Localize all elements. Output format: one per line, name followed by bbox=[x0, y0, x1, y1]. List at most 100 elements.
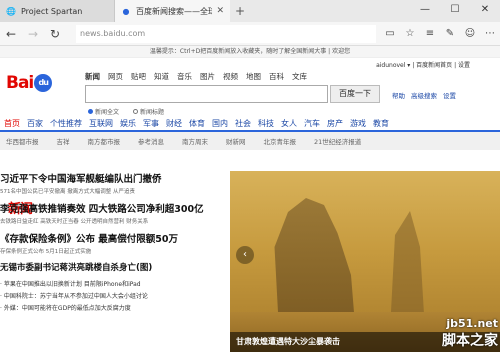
header: Bai du 新闻 新闻 网页 贴吧 知道 音乐 图片 视频 地图 百科 文库 百度… bbox=[0, 58, 500, 217]
baidu-news-logo[interactable]: Bai du 新闻 bbox=[6, 73, 53, 217]
search-input[interactable] bbox=[85, 85, 328, 103]
news-item: 《存款保险条例》公布 最高偿付限额50万 存保条例正式公布 5月1日起正式实施 bbox=[0, 231, 225, 255]
logo-bai: Bai bbox=[6, 73, 34, 93]
search-tab-news[interactable]: 新闻 bbox=[85, 71, 100, 82]
sub-channel-nav: 华西都市报 吉祥 南方都市报 参考消息 南方周末 财新网 北京青年报 21世纪经… bbox=[0, 132, 500, 150]
channel-item[interactable]: 社会 bbox=[235, 118, 251, 130]
favorite-star-icon[interactable]: ☆ bbox=[400, 28, 420, 39]
bullet-list: 苹果在中国推出以旧换新计划 目前限iPhone和iPad 中国科院士：苏宁当年从… bbox=[0, 279, 225, 312]
refresh-button[interactable]: ↻ bbox=[44, 23, 66, 45]
help-link[interactable]: 帮助 bbox=[392, 90, 405, 100]
share-icon[interactable]: ☺ bbox=[460, 28, 480, 39]
more-icon[interactable]: ⋯ bbox=[480, 28, 500, 39]
option-fulltext[interactable]: 新闻全文 bbox=[88, 107, 119, 116]
hub-icon[interactable]: ≡ bbox=[420, 28, 440, 39]
reading-view-icon[interactable]: ▭ bbox=[380, 28, 400, 39]
channel-item[interactable]: 财经 bbox=[166, 118, 182, 130]
channel-item[interactable]: 教育 bbox=[373, 118, 389, 130]
sub-channel-item[interactable]: 华西都市报 bbox=[6, 136, 39, 146]
minimize-button[interactable]: — bbox=[410, 0, 440, 18]
headline-link[interactable]: 无锡市委副书记蒋洪亮跳楼自杀身亡(图) bbox=[0, 261, 225, 273]
page-content: 温馨提示：Ctrl+D把百度新闻放入收藏夹，随时了解全国新闻大事 | 欢迎您 a… bbox=[0, 46, 500, 352]
channel-item[interactable]: 科技 bbox=[258, 118, 274, 130]
option-title[interactable]: 新闻标题 bbox=[133, 107, 164, 116]
news-subline[interactable]: 571名中国公民已平安撤离 撤离方式大幅调整 从严追责 bbox=[0, 187, 225, 195]
news-item: 习近平下令中国海军舰艇编队出门撤侨 571名中国公民已平安撤离 撤离方式大幅调整… bbox=[0, 171, 225, 195]
channel-item[interactable]: 房产 bbox=[327, 118, 343, 130]
note-icon[interactable]: ✎ bbox=[440, 28, 460, 39]
search-tab-images[interactable]: 图片 bbox=[200, 71, 215, 82]
tab-bar: 🌐 Project Spartan ● 百度新闻搜索——全球... ✕ + — … bbox=[0, 0, 500, 22]
watermark-line1: jb51.net bbox=[446, 317, 498, 330]
paw-icon: du bbox=[34, 74, 53, 92]
channel-item[interactable]: 百家 bbox=[27, 118, 43, 130]
watermark: jb51.net 脚本之家 bbox=[442, 317, 498, 350]
close-tab-icon[interactable]: ✕ bbox=[216, 6, 224, 16]
sub-channel-item[interactable]: 财新网 bbox=[226, 136, 246, 146]
headline-link[interactable]: 李克强高铁推销奏效 四大铁路公司净利超300亿 bbox=[0, 201, 225, 215]
watermark-line2: 脚本之家 bbox=[442, 333, 498, 349]
maximize-button[interactable]: ☐ bbox=[440, 0, 470, 18]
url-field[interactable]: news.baidu.com bbox=[76, 24, 376, 43]
search-tabs: 新闻 网页 贴吧 知道 音乐 图片 视频 地图 百科 文库 bbox=[85, 71, 307, 82]
new-tab-button[interactable]: + bbox=[230, 0, 250, 22]
search-tab-video[interactable]: 视频 bbox=[223, 71, 238, 82]
tab-title: 百度新闻搜索——全球... bbox=[136, 6, 213, 16]
settings-link[interactable]: 设置 bbox=[443, 90, 456, 100]
sub-channel-item[interactable]: 21世纪经济报道 bbox=[314, 136, 361, 146]
radio-selected-icon bbox=[88, 109, 93, 114]
sub-channel-item[interactable]: 参考消息 bbox=[138, 136, 164, 146]
hero-image-carousel[interactable]: ‹ 甘肃敦煌遭遇特大沙尘暴袭击 jb51.net 脚本之家 bbox=[230, 171, 500, 352]
search-tab-zhidao[interactable]: 知道 bbox=[154, 71, 169, 82]
channel-home[interactable]: 首页 bbox=[4, 118, 20, 130]
option-label: 新闻标题 bbox=[140, 109, 165, 116]
channel-item[interactable]: 个性推荐 bbox=[50, 118, 82, 130]
top-notice: 温馨提示：Ctrl+D把百度新闻放入收藏夹，随时了解全国新闻大事 | 欢迎您 bbox=[0, 46, 500, 58]
search-tab-map[interactable]: 地图 bbox=[246, 71, 261, 82]
search-tab-wenku[interactable]: 文库 bbox=[292, 71, 307, 82]
tab-baidu-news[interactable]: ● 百度新闻搜索——全球... ✕ bbox=[115, 0, 230, 22]
news-subline[interactable]: 存保条例正式公布 5月1日起正式实施 bbox=[0, 247, 225, 255]
news-subline[interactable]: 去铁路日益走红 高铁天时正当春 公开透明自然营利 财务关系 bbox=[0, 217, 225, 225]
channel-item[interactable]: 国内 bbox=[212, 118, 228, 130]
channel-item[interactable]: 军事 bbox=[143, 118, 159, 130]
channel-item[interactable]: 女人 bbox=[281, 118, 297, 130]
hero-image bbox=[274, 198, 356, 331]
search-tab-baike[interactable]: 百科 bbox=[269, 71, 284, 82]
channel-item[interactable]: 体育 bbox=[189, 118, 205, 130]
bullet-item[interactable]: 外媒：中国可能将在GDP的最低点加大反腐力度 bbox=[0, 303, 225, 312]
tab-title: Project Spartan bbox=[21, 6, 83, 16]
tab-project-spartan[interactable]: 🌐 Project Spartan bbox=[0, 0, 115, 22]
channel-item[interactable]: 互联网 bbox=[89, 118, 113, 130]
address-bar: ← → ↻ news.baidu.com ▭ ☆ ≡ ✎ ☺ ⋯ bbox=[0, 22, 500, 46]
headline-link[interactable]: 《存款保险条例》公布 最高偿付限额50万 bbox=[0, 231, 225, 245]
sub-channel-item[interactable]: 南方都市报 bbox=[88, 136, 121, 146]
close-window-button[interactable]: ✕ bbox=[470, 0, 500, 18]
search-options: 新闻全文 新闻标题 bbox=[88, 107, 164, 116]
search-tab-web[interactable]: 网页 bbox=[108, 71, 123, 82]
channel-item[interactable]: 汽车 bbox=[304, 118, 320, 130]
search-button[interactable]: 百度一下 bbox=[330, 85, 380, 103]
news-item: 李克强高铁推销奏效 四大铁路公司净利超300亿 去铁路日益走红 高铁天时正当春 … bbox=[0, 201, 225, 225]
window-controls: — ☐ ✕ bbox=[410, 0, 500, 18]
channel-nav: 首页 百家 个性推荐 互联网 娱乐 军事 财经 体育 国内 社会 科技 女人 汽… bbox=[0, 118, 500, 132]
search-tab-tieba[interactable]: 贴吧 bbox=[131, 71, 146, 82]
sub-channel-item[interactable]: 北京青年报 bbox=[264, 136, 297, 146]
search-tab-music[interactable]: 音乐 bbox=[177, 71, 192, 82]
bullet-item[interactable]: 苹果在中国推出以旧换新计划 目前限iPhone和iPad bbox=[0, 279, 225, 288]
channel-item[interactable]: 娱乐 bbox=[120, 118, 136, 130]
advanced-search-link[interactable]: 高级搜索 bbox=[411, 90, 437, 100]
globe-icon: 🌐 bbox=[6, 6, 16, 16]
headline-list: 习近平下令中国海军舰艇编队出门撤侨 571名中国公民已平安撤离 撤离方式大幅调整… bbox=[0, 171, 225, 312]
option-label: 新闻全文 bbox=[95, 109, 120, 116]
search-links: 帮助 高级搜索 设置 bbox=[392, 90, 456, 100]
channel-item[interactable]: 游戏 bbox=[350, 118, 366, 130]
sub-channel-item[interactable]: 吉祥 bbox=[57, 136, 70, 146]
bullet-item[interactable]: 中国科院士：苏宁当年从不参加过中国人大会小组讨论 bbox=[0, 291, 225, 300]
forward-button[interactable]: → bbox=[22, 23, 44, 45]
headline-link[interactable]: 习近平下令中国海军舰艇编队出门撤侨 bbox=[0, 171, 225, 185]
back-button[interactable]: ← bbox=[0, 23, 22, 45]
sub-channel-item[interactable]: 南方周末 bbox=[182, 136, 208, 146]
baidu-favicon-icon: ● bbox=[122, 6, 130, 16]
carousel-prev-icon[interactable]: ‹ bbox=[236, 246, 254, 264]
